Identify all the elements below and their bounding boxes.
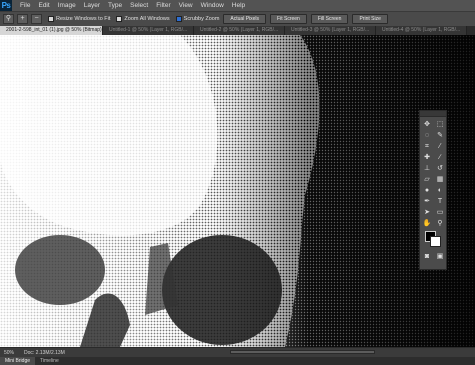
tab-label: Untitled-4 @ 50% (Layer 1, RGB/... <box>382 27 461 33</box>
tab-mini-bridge[interactable]: Mini Bridge <box>0 357 36 365</box>
tab-timeline[interactable]: Timeline <box>35 357 64 365</box>
background-color-swatch[interactable] <box>430 236 441 247</box>
skull-halftone-image <box>0 35 475 347</box>
screen-mode-icon[interactable]: ▣ <box>434 251 446 262</box>
quick-mask-icon[interactable]: ◙ <box>421 251 433 262</box>
menu-view[interactable]: View <box>179 2 193 9</box>
doc-size: Doc: 2.13M/2.13M <box>24 349 65 356</box>
options-bar: ⚲ + − Resize Windows to Fit Zoom All Win… <box>0 11 475 27</box>
tab-document-4[interactable]: Untitled-3 @ 50% (Layer 1, RGB/... <box>285 26 376 35</box>
photoshop-logo: Ps <box>0 0 12 11</box>
actual-pixels-button[interactable]: Actual Pixels <box>223 14 267 24</box>
zoom-out-icon[interactable]: − <box>31 14 42 24</box>
dodge-icon[interactable]: ◐ <box>434 185 446 196</box>
clone-stamp-icon[interactable]: ⊥ <box>421 163 433 174</box>
menu-layer[interactable]: Layer <box>84 2 100 9</box>
menu-edit[interactable]: Edit <box>38 2 49 9</box>
blur-icon[interactable]: ● <box>421 185 433 196</box>
scrubby-zoom-checkbox[interactable]: Scrubby Zoom <box>175 16 220 22</box>
marquee-icon[interactable]: ⬚ <box>434 119 446 130</box>
color-swatches[interactable] <box>420 229 446 249</box>
tab-label: Untitled-2 @ 50% (Layer 1, RGB/... <box>200 27 279 33</box>
fill-screen-button[interactable]: Fill Screen <box>310 14 349 24</box>
scrubby-zoom-label: Scrubby Zoom <box>183 16 220 22</box>
shape-icon[interactable]: ▭ <box>434 207 446 218</box>
brush-icon[interactable]: ∕ <box>434 152 446 163</box>
menu-select[interactable]: Select <box>130 2 148 9</box>
zoom-all-windows-checkbox[interactable]: Zoom All Windows <box>116 16 170 22</box>
resize-windows-label: Resize Windows to Fit <box>56 16 111 22</box>
menu-window[interactable]: Window <box>201 2 224 9</box>
move-icon[interactable]: ✥ <box>421 119 433 130</box>
zoom-all-windows-label: Zoom All Windows <box>124 16 170 22</box>
history-brush-icon[interactable]: ↺ <box>434 163 446 174</box>
zoom-in-icon[interactable]: + <box>17 14 28 24</box>
eyedropper-icon[interactable]: ⁄ <box>434 141 446 152</box>
eraser-icon[interactable]: ▱ <box>421 174 433 185</box>
bottom-panel-tabs: Mini Bridge Timeline <box>0 357 475 365</box>
status-bar: 50% Doc: 2.13M/2.13M <box>0 347 475 357</box>
tab-document-1[interactable]: 2001-2-598_int_01 (1).jpg @ 50% (Bitmap)… <box>0 26 103 35</box>
path-select-icon[interactable]: ➤ <box>421 207 433 218</box>
lasso-icon[interactable]: ◌ <box>421 130 433 141</box>
gradient-icon[interactable]: ▦ <box>434 174 446 185</box>
zoom-icon[interactable]: ⚲ <box>434 218 446 229</box>
menu-file[interactable]: File <box>20 2 30 9</box>
menu-help[interactable]: Help <box>232 2 245 9</box>
resize-windows-checkbox[interactable]: Resize Windows to Fit <box>48 16 110 22</box>
tab-document-3[interactable]: Untitled-2 @ 50% (Layer 1, RGB/... <box>194 26 285 35</box>
tab-label: Untitled-3 @ 50% (Layer 1, RGB/... <box>291 27 370 33</box>
quick-select-icon[interactable]: ✎ <box>434 130 446 141</box>
tab-label: Untitled-1 @ 50% (Layer 1, RGB/... <box>109 27 188 33</box>
tab-document-5[interactable]: Untitled-4 @ 50% (Layer 1, RGB/... <box>376 26 467 35</box>
fit-screen-button[interactable]: Fit Screen <box>270 14 307 24</box>
horizontal-scrollbar[interactable] <box>230 350 375 354</box>
document-tabs: 2001-2-598_int_01 (1).jpg @ 50% (Bitmap)… <box>0 26 475 35</box>
menu-filter[interactable]: Filter <box>156 2 170 9</box>
print-size-button[interactable]: Print Size <box>352 14 388 24</box>
menu-bar: Ps File Edit Image Layer Type Select Fil… <box>0 0 475 11</box>
zoom-level[interactable]: 50% <box>4 350 20 356</box>
tab-document-2[interactable]: Untitled-1 @ 50% (Layer 1, RGB/... <box>103 26 194 35</box>
type-icon[interactable]: T <box>434 196 446 207</box>
tools-panel: ✥ ⬚ ◌ ✎ ⌗ ⁄ ✚ ∕ ⊥ ↺ ▱ ▦ ● ◐ ✒ T ➤ ▭ ✋ ⚲ … <box>419 110 447 270</box>
healing-brush-icon[interactable]: ✚ <box>421 152 433 163</box>
crop-icon[interactable]: ⌗ <box>421 141 433 152</box>
zoom-tool-icon[interactable]: ⚲ <box>3 14 14 24</box>
document-canvas[interactable] <box>0 35 475 347</box>
pen-icon[interactable]: ✒ <box>421 196 433 207</box>
menu-image[interactable]: Image <box>58 2 76 9</box>
menu-type[interactable]: Type <box>108 2 122 9</box>
tab-label: 2001-2-598_int_01 (1).jpg @ 50% (Bitmap) <box>6 27 102 33</box>
hand-icon[interactable]: ✋ <box>421 218 433 229</box>
